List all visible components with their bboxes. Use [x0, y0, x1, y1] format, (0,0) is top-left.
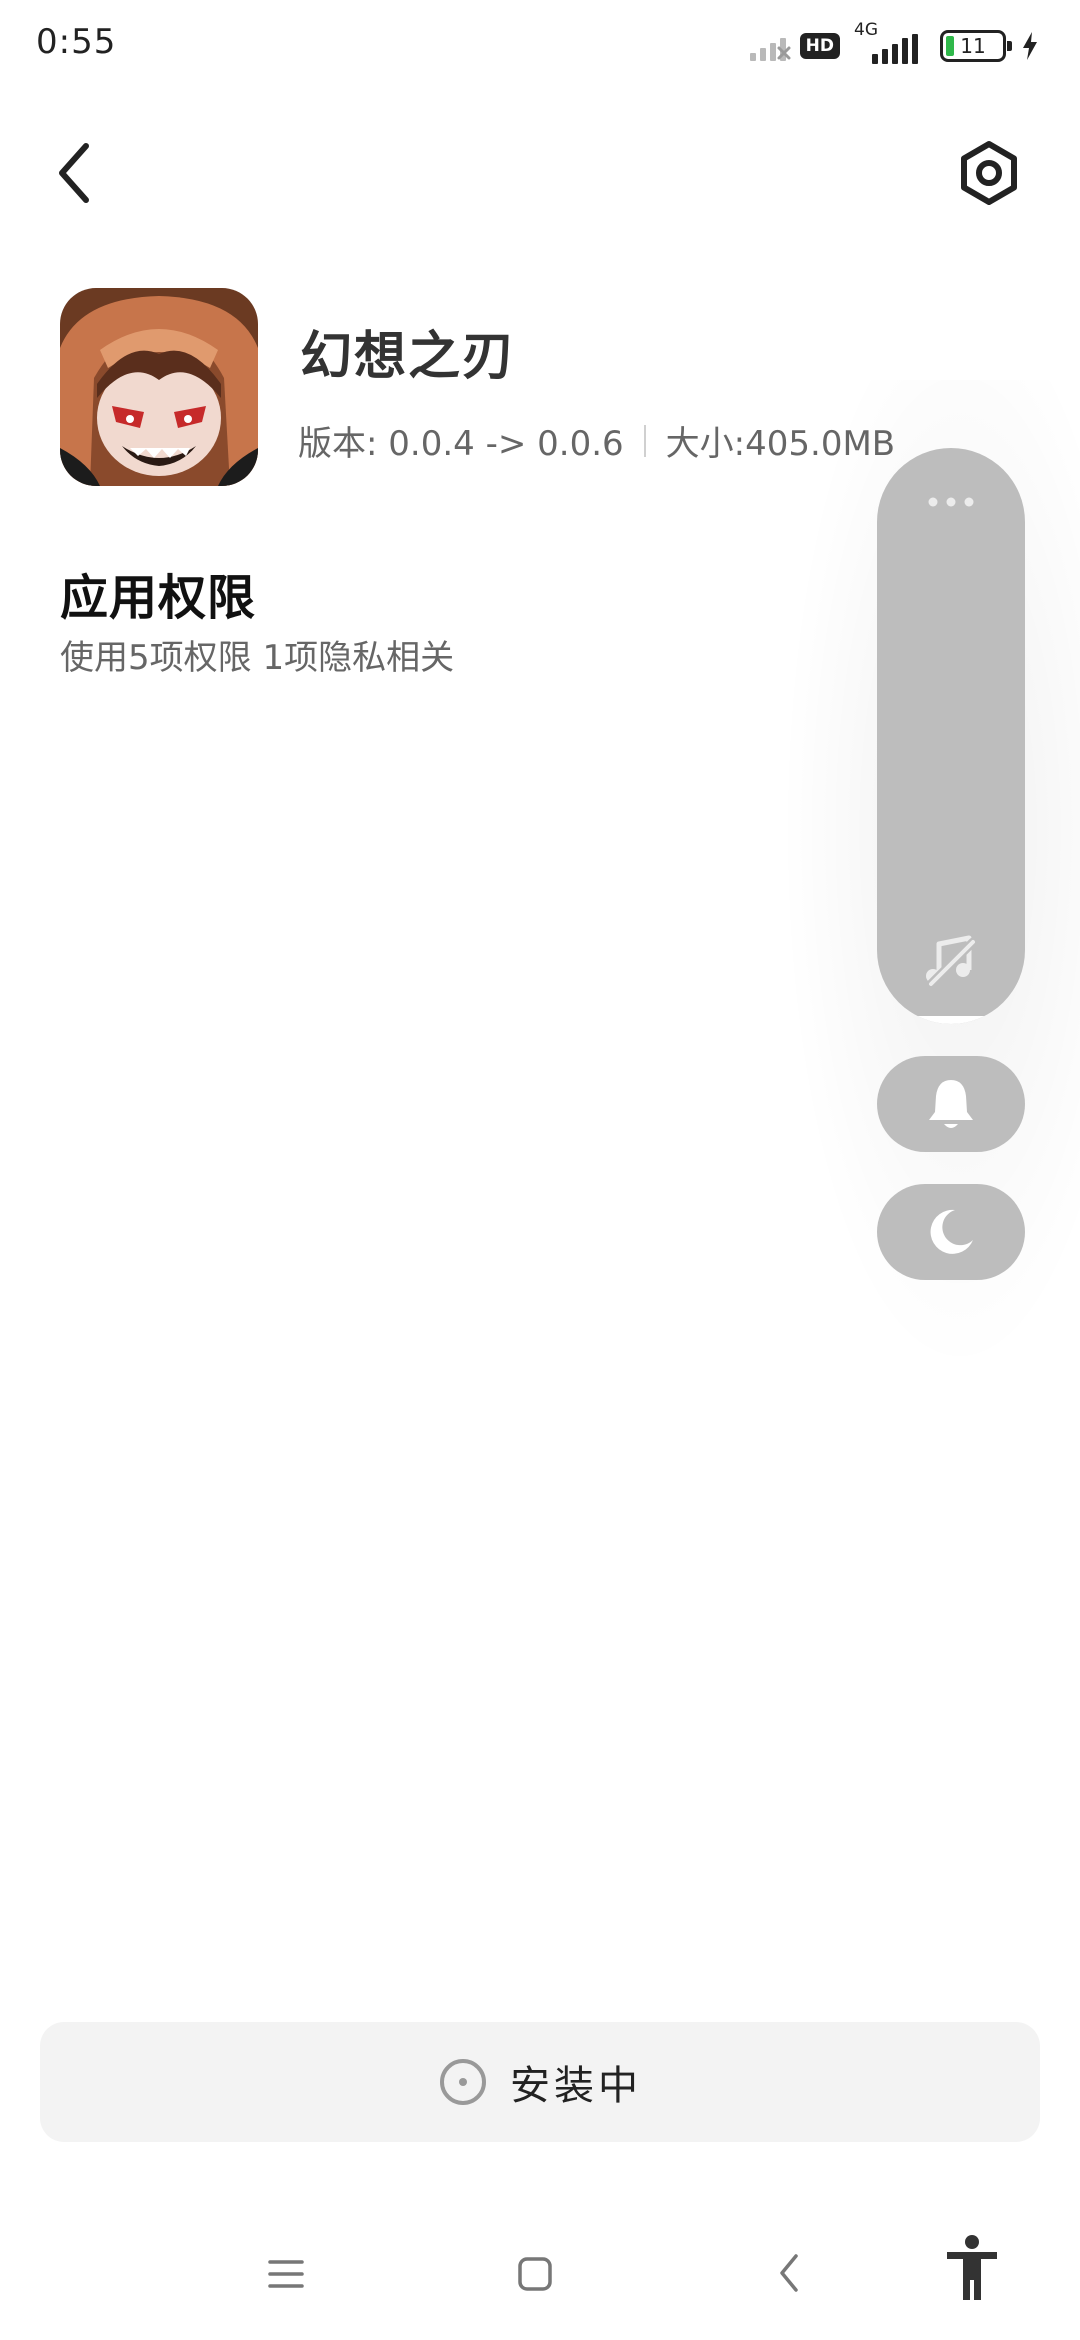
- menu-icon[interactable]: [266, 2254, 306, 2294]
- status-icons: HD 4G 11: [749, 20, 1040, 68]
- signal-4g-icon: 4G: [854, 20, 926, 66]
- app-version: 版本: 0.0.4 -> 0.0.6: [298, 424, 624, 464]
- battery-level: 11: [960, 34, 986, 58]
- signal-muted-icon: [749, 31, 791, 61]
- chevron-left-icon: [59, 143, 89, 203]
- more-dots-icon[interactable]: [925, 492, 977, 512]
- back-button[interactable]: [46, 136, 106, 210]
- meta-divider: [643, 424, 646, 457]
- permissions-summary[interactable]: 使用5项权限 1项隐私相关: [60, 630, 454, 679]
- charging-icon: [1023, 32, 1037, 60]
- accessibility-icon[interactable]: [944, 2234, 1000, 2304]
- volume-slider[interactable]: [877, 448, 1025, 1024]
- ring-mode-button[interactable]: [877, 1056, 1025, 1152]
- settings-button[interactable]: [954, 138, 1024, 208]
- music-muted-icon: [926, 935, 978, 988]
- system-nav-bar: [0, 2220, 1080, 2340]
- back-icon[interactable]: [774, 2250, 804, 2296]
- install-button[interactable]: 安装中: [40, 2022, 1040, 2142]
- home-icon[interactable]: [516, 2254, 554, 2294]
- moon-icon: [930, 1209, 973, 1254]
- loading-spinner-icon: [440, 2059, 486, 2105]
- hd-icon: HD: [799, 33, 840, 59]
- hexagon-settings-icon: [961, 141, 1017, 205]
- app-icon: [60, 288, 258, 486]
- status-bar: 0:55 HD 4G 11: [0, 0, 1080, 92]
- install-label: 安装中: [510, 2063, 642, 2109]
- app-name: 幻想之刃: [300, 327, 517, 387]
- permissions-title[interactable]: 应用权限: [60, 558, 256, 628]
- bell-icon: [929, 1080, 973, 1128]
- battery-icon: 11: [940, 30, 1012, 62]
- status-time: 0:55: [36, 22, 117, 62]
- do-not-disturb-button[interactable]: [877, 1184, 1025, 1280]
